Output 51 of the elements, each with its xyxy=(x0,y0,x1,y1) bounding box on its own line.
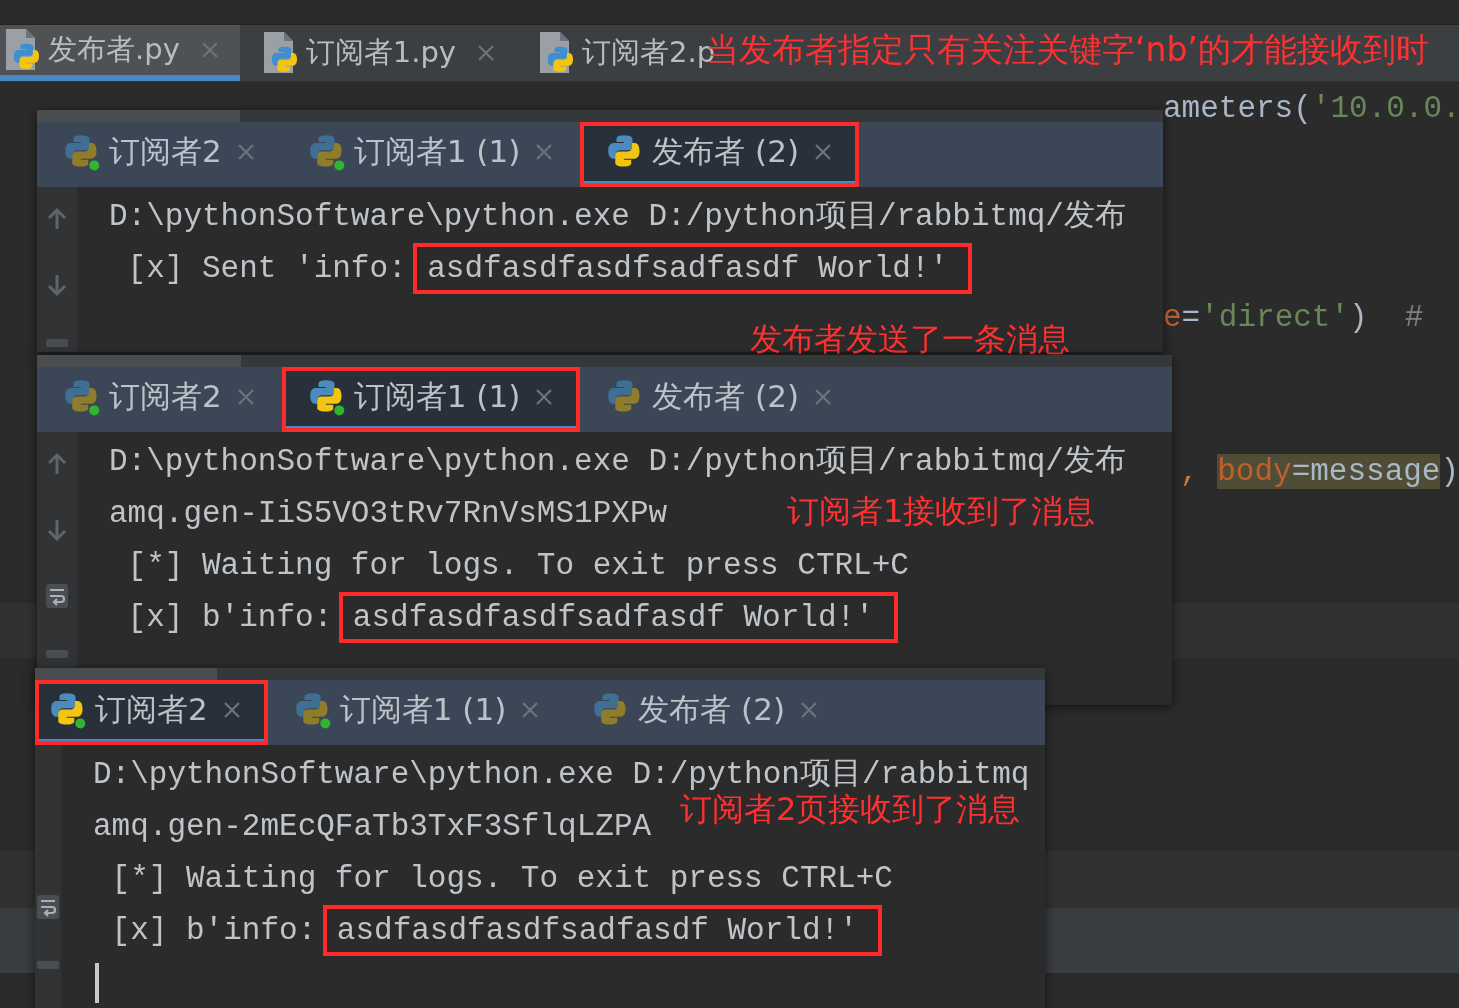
close-icon xyxy=(520,699,541,720)
console-text: [x] b'info: xyxy=(126,600,334,635)
run-tab[interactable]: 发布者 (2) xyxy=(580,367,859,432)
run-tab[interactable]: 订阅者2 xyxy=(37,367,282,432)
code-line: e='direct') # xyxy=(1163,299,1424,337)
console-text: [*] Waiting for logs. To exit press CTRL+C xyxy=(126,548,909,583)
console-text: D:\pythonSoftware\python.exe D:/python项目/rabbitmq/发布 xyxy=(109,444,1126,479)
code-line: ameters('10.0.0. xyxy=(1163,90,1459,128)
console-text: D:\pythonSoftware\python.exe D:/python项目/rabbitmq xyxy=(93,757,1030,792)
annotation-text: 订阅者2页接收到了消息 xyxy=(680,790,1021,830)
arrow-up-icon[interactable] xyxy=(46,452,68,476)
close-icon xyxy=(235,386,256,407)
run-tab[interactable]: 订阅者1 (1) xyxy=(267,680,567,745)
scrollbar[interactable] xyxy=(37,355,1172,367)
close-icon xyxy=(813,141,833,162)
file-tab[interactable]: 订阅者1.py xyxy=(239,25,517,81)
run-tab[interactable]: 订阅者2 xyxy=(37,122,282,187)
console-text: [x] b'info: xyxy=(110,913,318,948)
console-text: [*] Waiting for logs. To exit press CTRL+C xyxy=(110,861,893,896)
run-tab[interactable]: 订阅者2 xyxy=(35,680,268,745)
toolbar-icon[interactable] xyxy=(37,961,59,969)
close-icon xyxy=(221,699,242,720)
annotation-text: 订阅者1接收到了消息 xyxy=(787,491,1096,532)
run-tab[interactable]: 订阅者1 (1) xyxy=(281,122,581,187)
console-text: amq.gen-2mEcQFaTb3TxF3SflqLZPA xyxy=(93,809,652,844)
highlighted-output: asdfasdfasdfsadfasdf World!' xyxy=(413,243,973,294)
highlighted-output: asdfasdfasdfsadfasdf World!' xyxy=(338,592,898,643)
console-text: [x] Sent 'info: xyxy=(126,251,408,286)
arrow-down-icon[interactable] xyxy=(46,273,68,297)
close-icon xyxy=(813,386,833,407)
wrap-icon[interactable] xyxy=(37,895,59,919)
close-icon xyxy=(235,141,256,162)
toolbar-icon[interactable] xyxy=(46,650,68,658)
close-icon xyxy=(534,141,555,162)
file-tab[interactable]: 发布者.py xyxy=(0,25,240,81)
close-icon xyxy=(799,699,819,720)
scrollbar[interactable] xyxy=(35,668,1045,680)
close-icon xyxy=(534,386,555,407)
code-line: , body=message) xyxy=(1180,453,1459,491)
run-tab[interactable]: 订阅者1 (1) xyxy=(281,367,581,432)
wrap-icon[interactable] xyxy=(46,584,68,608)
arrow-down-icon[interactable] xyxy=(46,518,68,542)
highlighted-output: asdfasdfasdfsadfasdf World!' xyxy=(322,905,882,956)
annotation-text: 发布者发送了一条消息 xyxy=(750,319,1070,360)
console-text: D:\pythonSoftware\python.exe D:/python项目/rabbitmq/发布 xyxy=(109,199,1126,234)
run-tab[interactable]: 发布者 (2) xyxy=(566,680,845,745)
toolbar-icon[interactable] xyxy=(46,339,68,347)
scrollbar[interactable] xyxy=(37,110,1163,122)
arrow-up-icon[interactable] xyxy=(46,207,68,231)
console-text: amq.gen-IiS5VO3tRv7RnVsMS1PXPw xyxy=(109,496,668,531)
run-tab[interactable]: 发布者 (2) xyxy=(580,122,859,187)
